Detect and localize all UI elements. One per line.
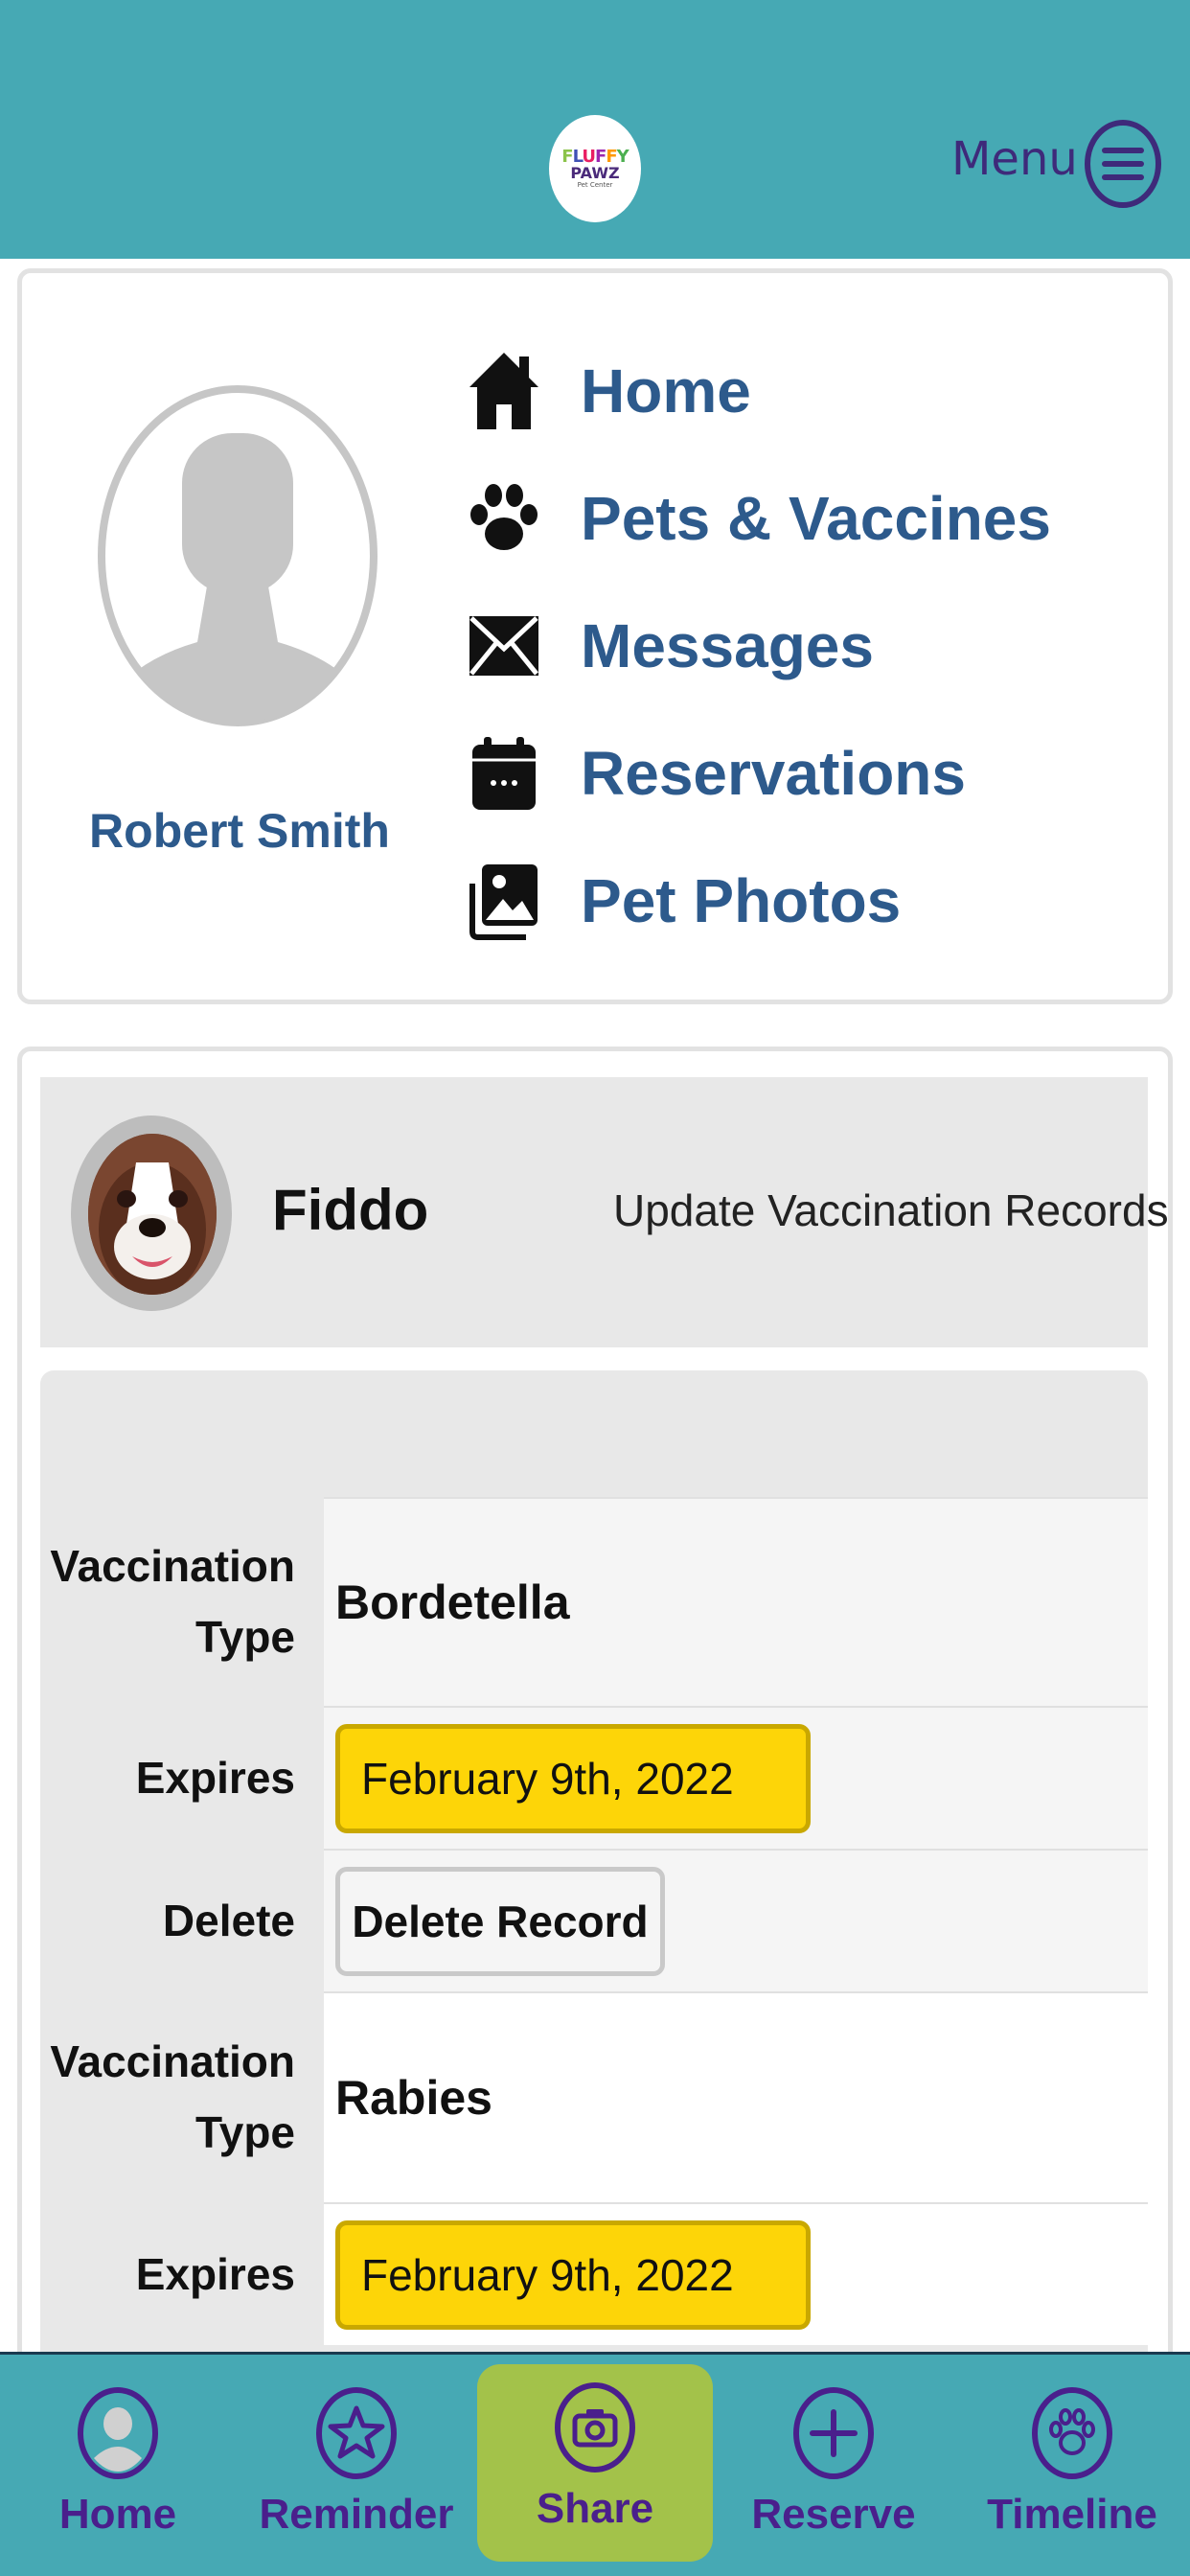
nav-item-label: Messages xyxy=(581,611,874,680)
tab-reserve[interactable]: Reserve xyxy=(723,2355,944,2576)
vaccination-type-label: Vaccination Type xyxy=(40,1991,324,2202)
expires-cell: February 9th, 2022 xyxy=(324,1706,1148,1849)
tab-reminder[interactable]: Reminder xyxy=(246,2355,467,2576)
tab-label: Share xyxy=(536,2485,654,2532)
tab-timeline[interactable]: Timeline xyxy=(962,2355,1182,2576)
logo-wordmark-bottom: PAWZ xyxy=(570,164,620,182)
logo-tagline: Pet Center xyxy=(577,181,613,189)
label-line: Type xyxy=(195,2107,295,2157)
nav-item-label: Pet Photos xyxy=(581,866,902,935)
label-line: Type xyxy=(195,1612,295,1662)
update-vaccination-records-link[interactable]: Update Vaccination Records xyxy=(613,1184,1169,1236)
expiration-date-picker[interactable]: February 9th, 2022 xyxy=(335,2220,811,2330)
nav-item-home[interactable]: Home xyxy=(466,343,1136,439)
nav-item-label: Home xyxy=(581,356,751,426)
delete-cell: Delete Record xyxy=(324,1849,1148,1991)
vaccination-type-cell: Rabies xyxy=(324,1991,1148,2202)
tab-home[interactable]: Home xyxy=(8,2355,228,2576)
nav-item-messages[interactable]: Messages xyxy=(466,598,1136,694)
fluffy-pawz-logo[interactable]: FLUFFY PAWZ Pet Center xyxy=(549,115,641,222)
nav-item-reservations[interactable]: Reservations xyxy=(466,725,1136,821)
vaccination-type-cell: Bordetella xyxy=(324,1497,1148,1706)
calendar-icon xyxy=(466,730,542,816)
expires-label: Expires xyxy=(135,1752,295,1803)
expires-cell: February 9th, 2022 xyxy=(324,2202,1148,2345)
nav-item-pets-vaccines[interactable]: Pets & Vaccines xyxy=(466,471,1136,566)
vaccination-expires-row: Expires February 9th, 2022 xyxy=(40,1706,1148,1849)
vaccination-type-row: Vaccination Type Rabies xyxy=(40,1991,1148,2202)
nav-item-pet-photos[interactable]: Pet Photos xyxy=(466,853,1136,949)
envelope-icon xyxy=(466,603,542,689)
label-line: Vaccination xyxy=(50,2036,295,2086)
user-circle-icon xyxy=(77,2385,159,2481)
expiration-date-picker[interactable]: February 9th, 2022 xyxy=(335,1723,811,1833)
delete-record-button[interactable]: Delete Record xyxy=(335,1866,665,1976)
paw-circle-icon xyxy=(1031,2385,1113,2481)
plus-circle-icon xyxy=(792,2385,875,2481)
vaccination-type-row: Vaccination Type Bordetella xyxy=(40,1497,1148,1706)
pet-photo[interactable] xyxy=(88,1134,217,1295)
nav-item-label: Pets & Vaccines xyxy=(581,484,1051,553)
user-avatar[interactable] xyxy=(96,383,379,728)
delete-label: Delete xyxy=(162,1895,295,1945)
star-circle-icon xyxy=(315,2385,398,2481)
pet-name: Fiddo xyxy=(272,1178,429,1242)
camera-circle-icon xyxy=(554,2381,636,2477)
tab-label: Reserve xyxy=(751,2491,916,2538)
photos-icon xyxy=(466,858,542,944)
house-icon xyxy=(466,348,542,434)
app-header: FLUFFY PAWZ Pet Center Menu xyxy=(0,0,1190,259)
expires-label: Expires xyxy=(135,2248,295,2299)
nav-item-label: Reservations xyxy=(581,739,966,808)
tab-label: Home xyxy=(58,2491,177,2538)
vaccination-delete-row: Delete Delete Record xyxy=(40,1849,1148,1991)
label-line: Vaccination xyxy=(50,1541,295,1591)
paw-icon xyxy=(466,475,542,562)
user-name: Robert Smith xyxy=(89,804,390,858)
vaccination-type-value: Bordetella xyxy=(335,1576,570,1629)
vaccination-expires-row: Expires February 9th, 2022 xyxy=(40,2202,1148,2345)
vaccination-type-label: Vaccination Type xyxy=(40,1497,324,1706)
tab-label: Timeline xyxy=(987,2491,1157,2538)
tab-share[interactable]: Share xyxy=(485,2355,705,2576)
bottom-tab-bar: Home Reminder Share Reserve Timeline xyxy=(0,2352,1190,2576)
hamburger-menu-icon[interactable] xyxy=(1084,119,1162,209)
vaccination-type-value: Rabies xyxy=(335,2071,492,2125)
menu-label[interactable]: Menu xyxy=(951,132,1078,186)
tab-label: Reminder xyxy=(259,2491,454,2538)
